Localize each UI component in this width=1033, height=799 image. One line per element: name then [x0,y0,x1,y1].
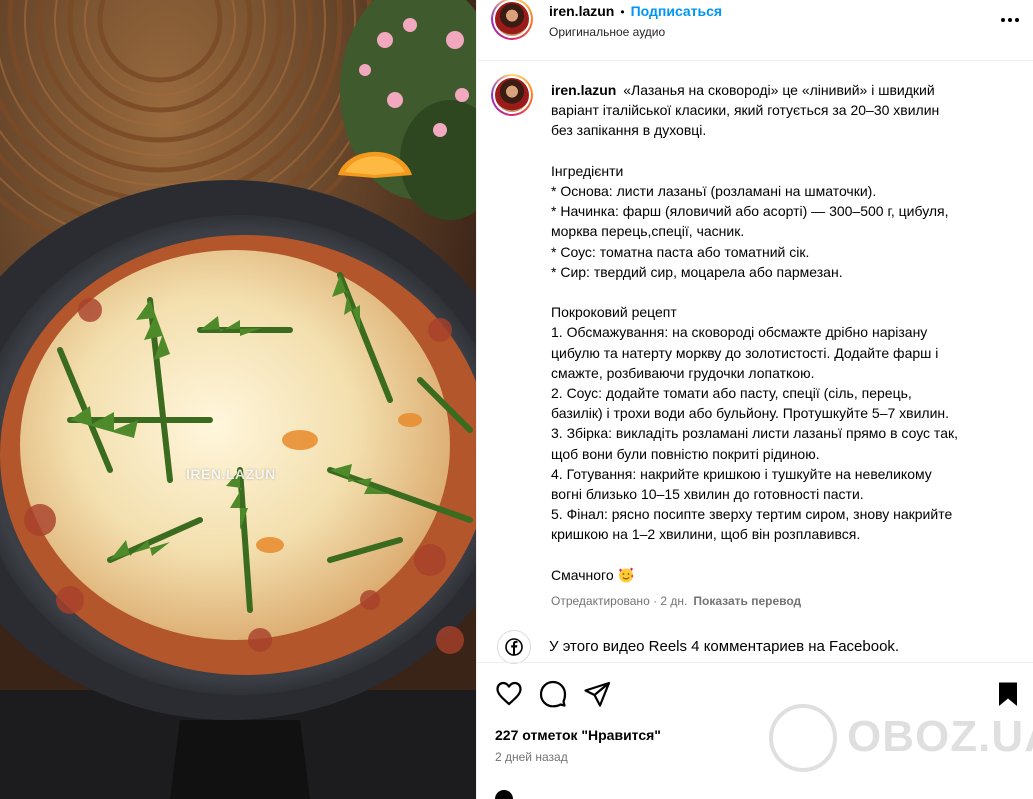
caption-line: Смачного [551,565,1021,585]
caption-line: цибулю та натерту моркву до золотистості… [551,344,939,361]
caption-line: * Начинка: фарш (яловичий або асорті) — … [551,203,949,220]
separator-dot: • [620,5,625,19]
caption-line: варіант італійської класики, який готуєт… [551,102,940,119]
caption-line: 3. Збірка: викладіть розламані листи лаз… [551,425,958,442]
heart-icon[interactable] [495,680,523,708]
avatar[interactable] [491,0,533,40]
caption-line: 2. Соус: додайте томати або пасту, спеці… [551,385,912,402]
caption-line: морква перець,спеції, часник. [551,223,745,240]
edited-label: Отредактировано · 2 дн. [551,594,688,608]
smiling-face-with-hearts-icon [618,567,634,583]
caption-line: * Основа: листи лазаньї (розламані на шм… [551,183,877,199]
more-options-icon[interactable] [998,10,1022,30]
post-header: iren.lazun • Подписаться Оригинальное ауди… [477,0,1033,61]
post-panel: iren.lazun • Подписаться Оригинальное ауди… [476,0,1033,799]
caption-line: вогні близько 10–15 хвилин до готовності… [551,486,864,503]
caption-area: iren.lazun «Лазанья на сковороді» це «лі… [477,62,1033,662]
caption-line: 5. Фінал: рясно посипте зверху тертим си… [551,506,953,523]
caption-line: iren.lazun «Лазанья на сковороді» це «лі… [551,82,935,98]
divider [477,662,1033,663]
globe-logo-icon [769,704,837,772]
caption-line: щоб вони були повністю покриті рідиною. [551,445,820,462]
facebook-comments-row[interactable]: У этого видео Reels 4 комментариев на Fa… [477,628,1033,664]
facebook-comments-text: У этого видео Reels 4 комментариев на Fa… [549,638,900,655]
caption-line: * Сир: твердий сир, моцарела або пармеза… [551,263,843,280]
caption-line: базилік) і трохи води або бульйону. Прот… [551,405,950,422]
likes-count[interactable]: 227 отметок "Нравится" [495,727,661,743]
comment-icon[interactable] [539,680,567,708]
lasagna-photo [0,0,476,799]
caption-line: без запікання в духовці. [551,122,707,139]
caption-meta: Отредактировано · 2 дн. Показать перевод [551,594,801,608]
share-icon[interactable] [583,680,611,708]
caption-line: кришкою на 1–2 хвилини, щоб він розплави… [551,526,861,543]
reel-video[interactable]: IREN.LAZUN [0,0,476,799]
comment-avatar-partial [495,790,513,799]
header-user-line: iren.lazun • Подписаться [549,3,722,19]
caption-line: Покроковий рецепт [551,304,677,321]
caption-avatar[interactable] [491,74,533,116]
video-watermark: IREN.LAZUN [186,466,276,482]
follow-button[interactable]: Подписаться [631,3,723,19]
caption-username[interactable]: iren.lazun [551,82,616,98]
caption-line: смажте, розбиваючи грудочки лопаткою. [551,364,815,381]
caption-line: Інгредієнти [551,162,624,179]
facebook-icon [497,630,531,664]
caption-line: 4. Готування: накрийте кришкою і тушкуйт… [551,465,932,482]
caption-text: iren.lazun «Лазанья на сковороді» це «лі… [551,80,1021,585]
caption-line: 1. Обсмажування: на сковороді обсмажте д… [551,324,928,341]
audio-link[interactable]: Оригинальное аудио [549,25,665,39]
oboz-watermark-text: OBOZ.UA [847,712,1033,761]
username-link[interactable]: iren.lazun [549,3,614,19]
oboz-watermark: OBOZ.UA [767,700,1033,780]
post-timestamp: 2 дней назад [495,750,568,764]
caption-line: * Соус: томатна паста або томатний сік. [551,243,810,260]
show-translation-button[interactable]: Показать перевод [693,594,801,608]
